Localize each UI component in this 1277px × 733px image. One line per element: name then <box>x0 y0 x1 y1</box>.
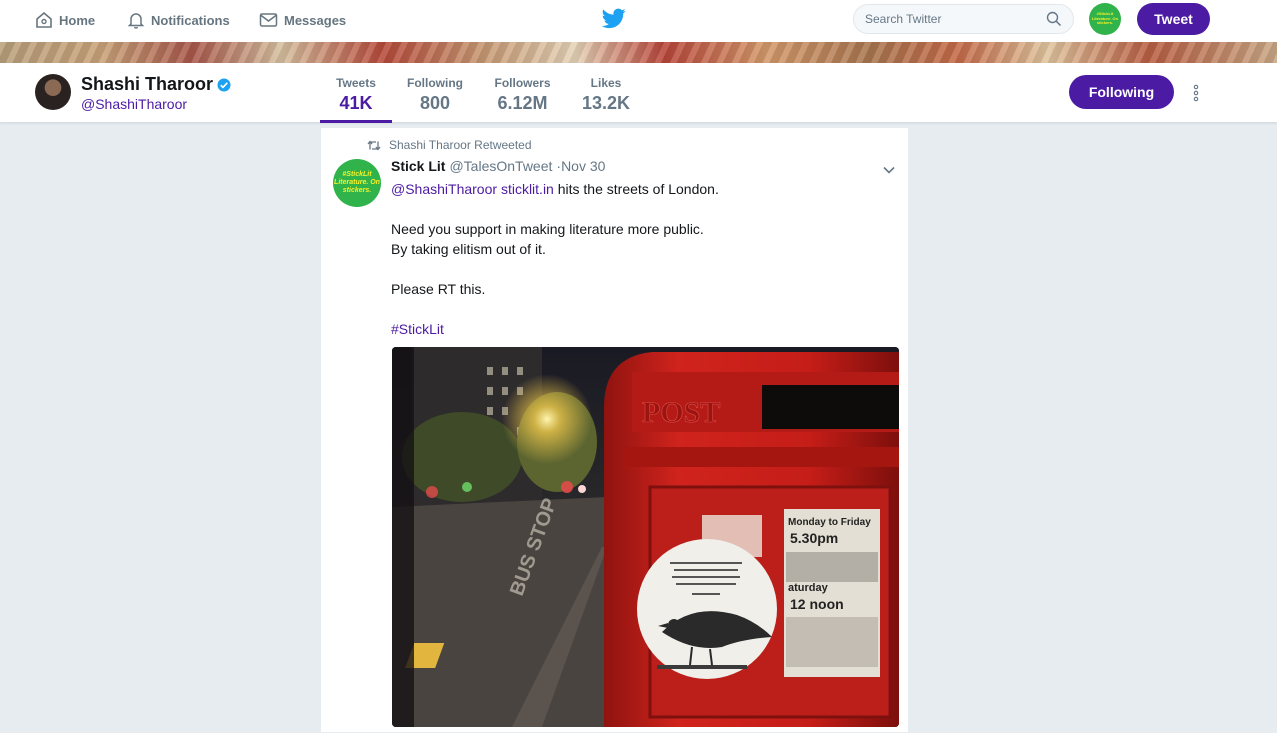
stat-tweets-label: Tweets <box>336 76 376 90</box>
nav-messages-label: Messages <box>284 12 347 28</box>
profile-header-banner <box>0 42 1277 63</box>
stat-likes-value: 13.2K <box>581 93 631 113</box>
stat-likes-label: Likes <box>590 76 622 90</box>
tweet-author-handle[interactable]: @TalesOnTweet <box>449 158 552 174</box>
vertical-dots-icon <box>1193 84 1199 102</box>
retweet-context[interactable]: Shashi Tharoor Retweeted <box>367 138 532 152</box>
stat-tweets[interactable]: Tweets 41K <box>320 63 392 123</box>
tweet-author-name[interactable]: Stick Lit <box>391 158 445 174</box>
tweet-mention-link[interactable]: @ShashiTharoor <box>391 181 497 197</box>
tweet-line-2: Need you support in making literature mo… <box>391 221 704 237</box>
stat-followers-value: 6.12M <box>497 93 548 113</box>
profile-avatar[interactable] <box>35 74 71 110</box>
stat-followers[interactable]: Followers 6.12M <box>490 63 555 123</box>
chevron-down-icon <box>883 166 895 174</box>
profile-name[interactable]: Shashi Tharoor <box>81 74 231 95</box>
tweet-header: Stick Lit @TalesOnTweet · Nov 30 <box>391 158 605 174</box>
verified-badge-icon <box>217 78 231 91</box>
stat-tweets-value: 41K <box>339 93 373 113</box>
account-avatar-text: #StickLit Literature. On stickers. <box>1091 11 1119 26</box>
tweet-card[interactable]: Shashi Tharoor Retweeted #StickLit Liter… <box>320 127 909 733</box>
nav-messages[interactable]: Messages <box>259 0 346 40</box>
tweet-line-4: Please RT this. <box>391 281 486 297</box>
envelope-icon <box>259 13 278 27</box>
nav-notifications-label: Notifications <box>151 12 230 28</box>
tweet-text: @ShashiTharoor sticklit.in hits the stre… <box>391 179 891 339</box>
tweet-blank-line <box>391 259 891 279</box>
twitter-bird-logo[interactable] <box>601 8 626 34</box>
tweet-line-3: By taking elitism out of it. <box>391 241 546 257</box>
tweet-blank-line <box>391 199 891 219</box>
collection-time-saturday: 12 noon <box>790 596 844 612</box>
tweet-photo[interactable]: BUS STOP POST Monday to Friday 5.30pm at… <box>392 347 899 727</box>
stat-followers-label: Followers <box>494 76 551 90</box>
collection-days-text: Monday to Friday <box>788 517 871 528</box>
bell-icon <box>127 13 145 29</box>
tweet-actions-menu[interactable] <box>882 162 896 180</box>
stat-following-value: 800 <box>419 93 451 113</box>
profile-name-text: Shashi Tharoor <box>81 74 214 94</box>
collection-saturday-text: aturday <box>788 582 829 594</box>
tweet-hashtag-line: #StickLit <box>391 319 891 339</box>
search-input[interactable]: Search Twitter <box>853 4 1074 34</box>
tweet-hashtag-link[interactable]: #StickLit <box>391 321 444 337</box>
profile-handle[interactable]: @ShashiTharoor <box>81 96 187 112</box>
account-avatar[interactable]: #StickLit Literature. On stickers. <box>1089 3 1121 35</box>
tweet-author-avatar[interactable]: #StickLit Literature. On stickers. <box>333 159 381 207</box>
retweet-icon <box>367 139 381 151</box>
search-icon[interactable] <box>1046 11 1062 27</box>
nav-home-label: Home <box>59 12 96 28</box>
home-icon <box>36 11 52 28</box>
tweet-url-link[interactable]: sticklit.in <box>501 181 554 197</box>
nav-home[interactable]: Home <box>35 0 95 40</box>
nav-notifications[interactable]: Notifications <box>127 0 230 40</box>
tweet-timestamp[interactable]: Nov 30 <box>561 158 605 174</box>
following-button[interactable]: Following <box>1069 75 1174 109</box>
collection-time-weekday: 5.30pm <box>790 530 838 546</box>
tweet-author-avatar-text: #StickLit Literature. On stickers. <box>334 170 380 195</box>
tweet-line-1-rest: hits the streets of London. <box>553 181 719 197</box>
stat-following-label: Following <box>407 76 463 90</box>
stat-likes[interactable]: Likes 13.2K <box>577 63 635 123</box>
tweet-line-1: @ShashiTharoor sticklit.in hits the stre… <box>391 179 891 199</box>
tweet-blank-line <box>391 299 891 319</box>
twitter-bird-icon <box>601 8 626 29</box>
compose-tweet-button[interactable]: Tweet <box>1137 3 1210 35</box>
postbox-post-text: POST <box>642 396 720 429</box>
postbox-photo-illustration: BUS STOP POST Monday to Friday 5.30pm at… <box>392 347 899 727</box>
top-navigation-bar: Home Notifications Messages Search Twitt… <box>0 0 1277 42</box>
retweet-context-text: Shashi Tharoor Retweeted <box>389 138 532 152</box>
profile-navigation-bar: Shashi Tharoor @ShashiTharoor Tweets 41K… <box>0 63 1277 123</box>
search-placeholder: Search Twitter <box>865 12 942 26</box>
stat-following[interactable]: Following 800 <box>403 63 467 123</box>
more-options-button[interactable] <box>1187 81 1205 105</box>
